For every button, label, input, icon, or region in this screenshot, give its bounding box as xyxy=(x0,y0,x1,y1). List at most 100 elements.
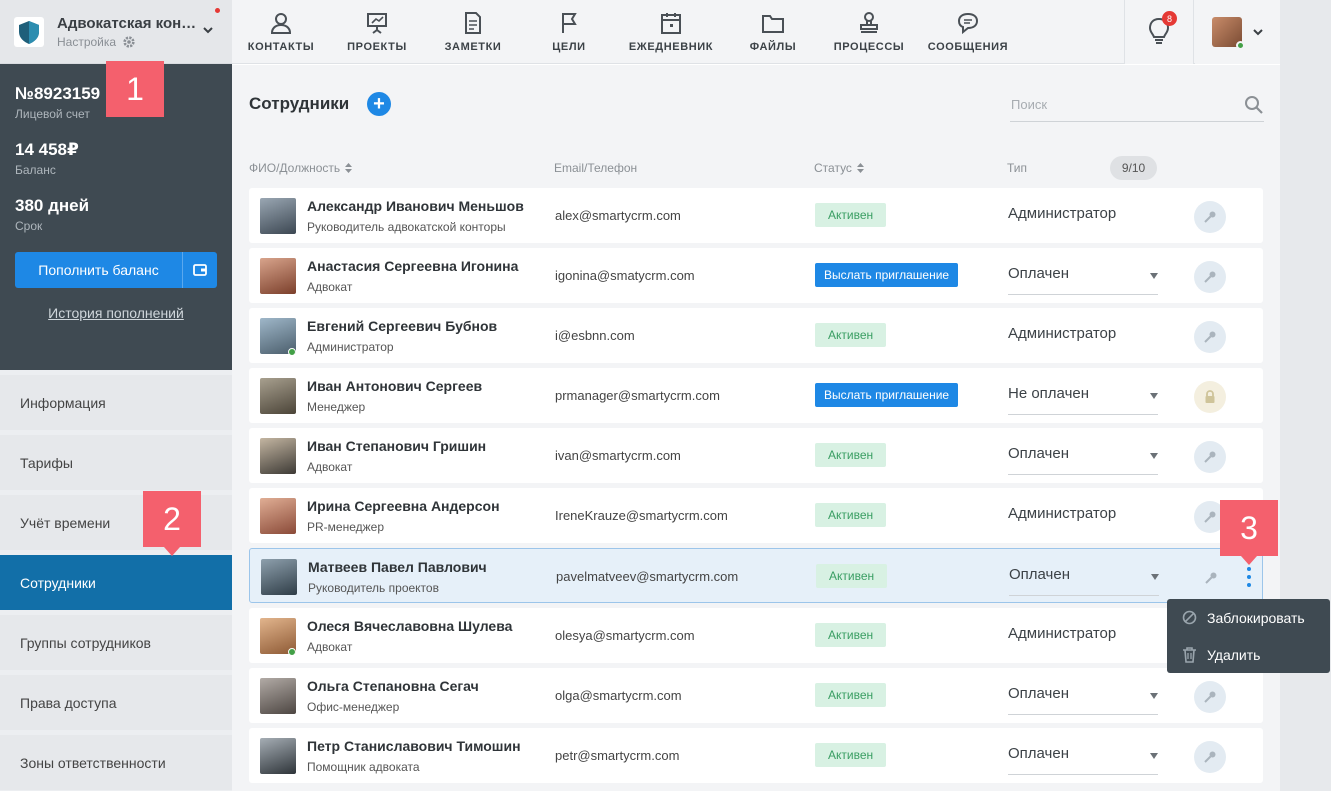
callout-number: 2 xyxy=(163,500,181,537)
topup-history-link[interactable]: История пополнений xyxy=(15,305,217,321)
delete-menu-item[interactable]: Удалить xyxy=(1167,636,1330,673)
user-menu[interactable] xyxy=(1195,0,1280,64)
company-switcher[interactable]: Адвокатская кон… Настройка xyxy=(0,0,232,64)
dropdown-caret-icon[interactable] xyxy=(1150,393,1158,399)
key-button[interactable] xyxy=(1194,261,1226,293)
trash-icon xyxy=(1183,646,1196,663)
block-menu-item[interactable]: Заблокировать xyxy=(1167,599,1330,636)
employee-role: Адвокат xyxy=(307,640,353,654)
balance-label: Баланс xyxy=(15,163,56,177)
callout-marker-1: 1 xyxy=(106,61,164,117)
employee-name: Анастасия Сергеевна Игонина xyxy=(307,258,519,274)
nav-goals[interactable]: ЦЕЛИ xyxy=(532,0,606,64)
table-row[interactable]: Евгений Сергеевич Бубнов Администратор i… xyxy=(249,308,1263,363)
topup-balance-button[interactable]: Пополнить баланс xyxy=(15,252,182,288)
nav-notes[interactable]: ЗАМЕТКИ xyxy=(436,0,510,64)
sidebar-item-responsibility-zones[interactable]: Зоны ответственности xyxy=(0,735,232,790)
send-invitation-button[interactable]: Выслать приглашение xyxy=(815,383,959,407)
column-header-status-label: Статус xyxy=(814,161,852,175)
table-row[interactable]: Александр Иванович Меньшов Руководитель … xyxy=(249,188,1263,243)
table-row[interactable]: Ольга Степановна Сегач Офис-менеджер olg… xyxy=(249,668,1263,723)
dropdown-caret-icon[interactable] xyxy=(1150,453,1158,459)
row-actions-menu: Заблокировать Удалить xyxy=(1167,599,1330,673)
dropdown-caret-icon[interactable] xyxy=(1150,753,1158,759)
employee-type-select[interactable]: Оплачен xyxy=(1008,685,1069,702)
table-row[interactable]: Ирина Сергеевна Андерсон PR-менеджер Ire… xyxy=(249,488,1263,543)
status-badge: Активен xyxy=(815,323,887,347)
nav-processes[interactable]: ПРОЦЕССЫ xyxy=(829,0,909,64)
nav-messages[interactable]: СООБЩЕНИЯ xyxy=(924,0,1012,64)
person-icon xyxy=(270,13,292,34)
sidebar-item-employees[interactable]: Сотрудники xyxy=(0,555,232,610)
term-value: 380 дней xyxy=(15,196,90,215)
nav-contacts-label: КОНТАКТЫ xyxy=(247,41,315,53)
employee-role: Руководитель проектов xyxy=(308,581,439,595)
search-field[interactable]: Поиск xyxy=(1010,92,1264,122)
sidebar-item-access-rights[interactable]: Права доступа xyxy=(0,675,232,730)
column-header-status[interactable]: Статус xyxy=(814,161,864,175)
employee-name: Ирина Сергеевна Андерсон xyxy=(307,498,500,514)
wallet-button[interactable] xyxy=(182,252,217,288)
search-icon[interactable] xyxy=(1244,95,1264,115)
search-input[interactable]: Поиск xyxy=(1011,97,1047,112)
employee-type-select[interactable]: Не оплачен xyxy=(1008,385,1089,402)
nav-files[interactable]: ФАЙЛЫ xyxy=(736,0,810,64)
employee-type-select[interactable]: Оплачен xyxy=(1008,265,1069,282)
nav-files-label: ФАЙЛЫ xyxy=(749,41,797,53)
flag-icon xyxy=(562,13,577,33)
employee-type-select[interactable]: Оплачен xyxy=(1008,445,1069,462)
table-row-selected[interactable]: Матвеев Павел Павлович Руководитель прое… xyxy=(249,548,1263,603)
add-employee-button[interactable]: + xyxy=(367,92,391,116)
employee-role: Адвокат xyxy=(307,460,353,474)
callout-number: 3 xyxy=(1240,509,1258,546)
wallet-icon xyxy=(193,264,207,276)
employee-counter-badge: 9/10 xyxy=(1110,156,1157,180)
status-badge: Активен xyxy=(815,623,887,647)
send-invitation-button[interactable]: Выслать приглашение xyxy=(815,263,959,287)
table-row[interactable]: Олеся Вячеславовна Шулева Адвокат olesya… xyxy=(249,608,1263,663)
column-header-type-label: Тип xyxy=(1007,161,1028,175)
employee-email: igonina@smatycrm.com xyxy=(555,268,695,283)
sidebar-item-employee-groups[interactable]: Группы сотрудников xyxy=(0,615,232,670)
status-badge: Активен xyxy=(815,203,887,227)
chevron-down-icon[interactable] xyxy=(202,24,214,36)
sidebar-item-tariffs[interactable]: Тарифы xyxy=(0,435,232,490)
table-row[interactable]: Петр Станиславович Тимошин Помощник адво… xyxy=(249,728,1263,783)
key-button[interactable] xyxy=(1194,321,1226,353)
column-header-name[interactable]: ФИО/Должность xyxy=(249,161,353,175)
key-button[interactable] xyxy=(1194,681,1226,713)
nav-diary[interactable]: ЕЖЕДНЕВНИК xyxy=(621,0,721,64)
more-options-icon[interactable] xyxy=(1247,566,1251,588)
notification-count-badge: 8 xyxy=(1162,11,1177,26)
key-button[interactable] xyxy=(1194,201,1226,233)
settings-label: Настройка xyxy=(57,34,117,49)
table-row[interactable]: Анастасия Сергеевна Игонина Адвокат igon… xyxy=(249,248,1263,303)
notifications-button[interactable]: 8 xyxy=(1124,0,1194,64)
key-icon xyxy=(1204,511,1216,523)
dropdown-caret-icon[interactable] xyxy=(1151,574,1159,580)
dropdown-caret-icon[interactable] xyxy=(1150,273,1158,279)
employee-type-select[interactable]: Оплачен xyxy=(1008,745,1069,762)
table-row[interactable]: Иван Антонович Сергеев Менеджер prmanage… xyxy=(249,368,1263,423)
key-button[interactable] xyxy=(1195,562,1227,594)
table-row[interactable]: Иван Степанович Гришин Адвокат ivan@smar… xyxy=(249,428,1263,483)
employee-email: olesya@smartycrm.com xyxy=(555,628,695,643)
key-button[interactable] xyxy=(1194,741,1226,773)
employee-role: Офис-менеджер xyxy=(307,700,400,714)
lock-button[interactable] xyxy=(1194,381,1226,413)
key-button[interactable] xyxy=(1194,441,1226,473)
select-underline xyxy=(1008,474,1158,475)
nav-projects[interactable]: ПРОЕКТЫ xyxy=(340,0,414,64)
key-icon xyxy=(1204,211,1216,223)
employee-type-select[interactable]: Оплачен xyxy=(1009,566,1070,583)
company-settings-link[interactable]: Настройка xyxy=(57,35,196,49)
employee-name: Олеся Вячеславовна Шулева xyxy=(307,618,513,634)
gear-icon[interactable] xyxy=(122,35,136,49)
column-header-contact-label: Email/Телефон xyxy=(554,161,638,175)
presentation-icon xyxy=(367,13,387,34)
sidebar-item-info[interactable]: Информация xyxy=(0,375,232,430)
online-indicator xyxy=(1235,41,1245,50)
dropdown-caret-icon[interactable] xyxy=(1150,693,1158,699)
chat-icon xyxy=(957,12,979,35)
nav-contacts[interactable]: КОНТАКТЫ xyxy=(244,0,318,64)
